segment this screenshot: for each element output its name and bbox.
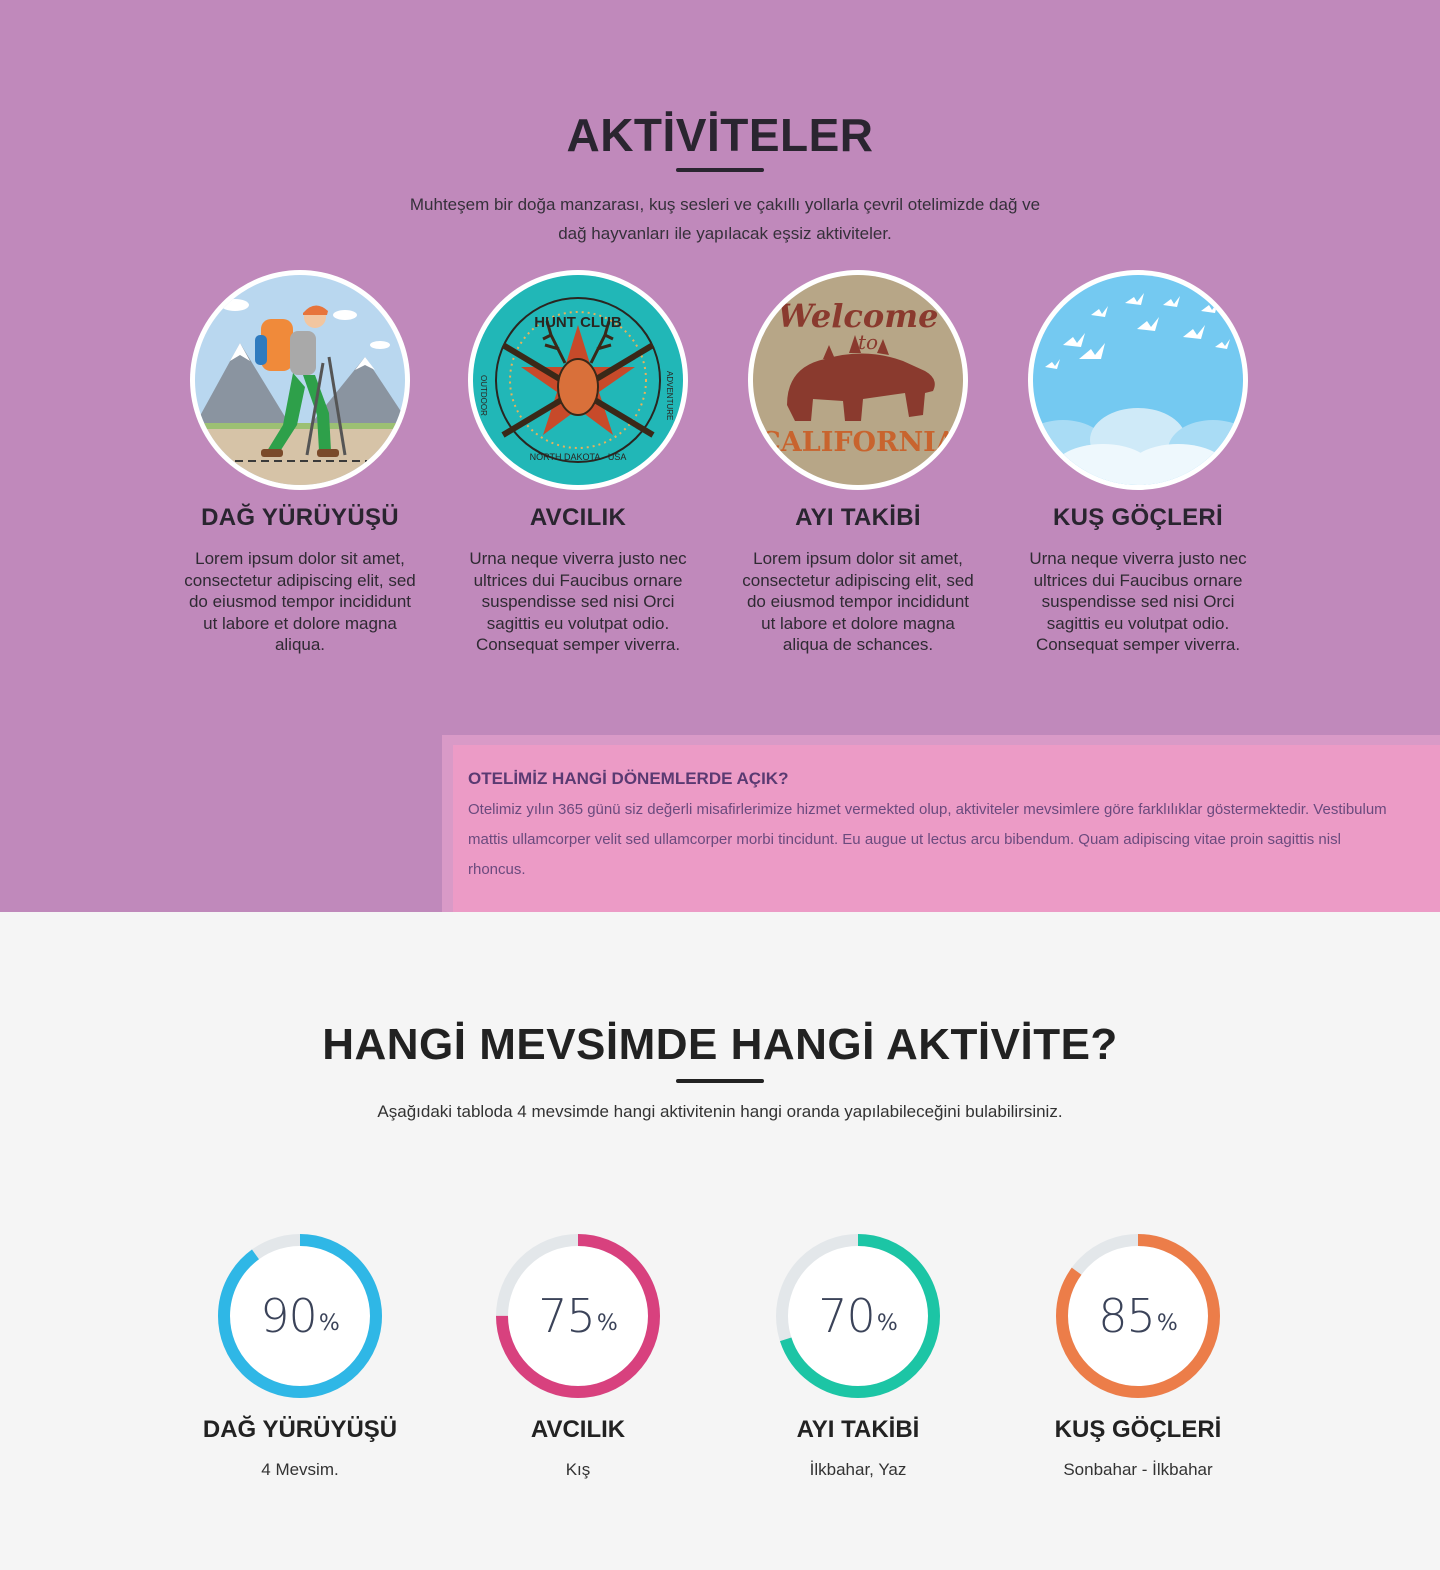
- stat-hunting: 75% AVCILIK Kış: [448, 1234, 708, 1480]
- stat-value: 90: [260, 1289, 318, 1343]
- stat-season: 4 Mevsim.: [261, 1460, 339, 1479]
- progress-ring: 70%: [776, 1234, 940, 1398]
- stat-title: KUŞ GÖÇLERİ: [1054, 1416, 1222, 1443]
- stat-title: AVCILIK: [530, 1416, 626, 1443]
- stat-title: DAĞ YÜRÜYÜŞÜ: [202, 1416, 398, 1443]
- progress-ring: 75%: [496, 1234, 660, 1398]
- hiker-illustration-icon: [190, 270, 410, 490]
- activity-title: DAĞ YÜRÜYÜŞÜ: [201, 504, 399, 531]
- percent-sign: %: [318, 1310, 340, 1336]
- badge-text: HUNT CLUB: [534, 314, 622, 331]
- stat-season: Sonbahar - İlkbahar: [1063, 1460, 1213, 1479]
- badge-bottom-text: NORTH DAKOTA · USA: [530, 452, 627, 462]
- stat-season: İlkbahar, Yaz: [809, 1460, 907, 1479]
- activity-text: Lorem ipsum dolor sit amet, consectetur …: [742, 549, 974, 654]
- stat-value: 75: [538, 1289, 596, 1343]
- progress-ring: 90%: [218, 1234, 382, 1398]
- activity-text: Lorem ipsum dolor sit amet, consectetur …: [184, 549, 416, 654]
- stat-season: Kış: [565, 1460, 591, 1479]
- stat-value: 85: [1098, 1289, 1156, 1343]
- activity-title: AVCILIK: [529, 504, 627, 531]
- activities-section: AKTİVİTELER Muhteşem bir doğa manzarası,…: [0, 0, 1440, 912]
- activity-card-bear: Welcome to CALIFORNIA AYI TAKİBİ Lorem i…: [728, 270, 988, 656]
- badge-right-text: ADVENTURE: [665, 371, 674, 420]
- activity-card-hiking: DAĞ YÜRÜYÜŞÜ Lorem ipsum dolor sit amet,…: [170, 270, 430, 656]
- activities-title: AKTİVİTELER: [566, 109, 874, 161]
- stat-value: 70: [818, 1289, 876, 1343]
- info-title: OTELİMİZ HANGİ DÖNEMLERDE AÇIK?: [468, 769, 789, 788]
- info-text: Otelimiz yılın 365 günü siz değerli misa…: [468, 801, 1387, 878]
- activity-title: AYI TAKİBİ: [795, 504, 921, 531]
- activity-text: Urna neque viverra justo nec ultrices du…: [469, 549, 687, 654]
- activity-card-birds: KUŞ GÖÇLERİ Urna neque viverra justo nec…: [1008, 270, 1268, 656]
- stat-birds: 85% KUŞ GÖÇLERİ Sonbahar - İlkbahar: [1008, 1234, 1268, 1480]
- bear-california-badge-icon: Welcome to CALIFORNIA: [748, 270, 968, 490]
- badge-mid-text: to: [858, 330, 878, 354]
- activity-text: Urna neque viverra justo nec ultrices du…: [1029, 549, 1247, 654]
- flying-birds-sky-icon: [1028, 270, 1248, 490]
- percent-sign: %: [1156, 1310, 1178, 1336]
- stat-bear: 70% AYI TAKİBİ İlkbahar, Yaz: [728, 1234, 988, 1480]
- stat-title: AYI TAKİBİ: [796, 1416, 920, 1443]
- progress-ring: 85%: [1056, 1234, 1220, 1398]
- hunt-club-badge-icon: HUNT CLUB OUTDOOR ADVENTURE NORTH DAKOTA…: [468, 270, 688, 490]
- stat-hiking: 90% DAĞ YÜRÜYÜŞÜ 4 Mevsim.: [170, 1234, 430, 1480]
- title-underline: [676, 168, 764, 172]
- percent-sign: %: [596, 1310, 618, 1336]
- seasons-title: HANGİ MEVSİMDE HANGİ AKTİVİTE?: [322, 1020, 1118, 1069]
- percent-sign: %: [876, 1310, 898, 1336]
- opening-info-box: OTELİMİZ HANGİ DÖNEMLERDE AÇIK? Otelimiz…: [453, 745, 1440, 912]
- activities-intro: Muhteşem bir doğa manzarası, kuş sesleri…: [409, 195, 1041, 243]
- activity-card-hunting: HUNT CLUB OUTDOOR ADVENTURE NORTH DAKOTA…: [448, 270, 708, 656]
- title-underline: [676, 1079, 764, 1083]
- seasons-intro: Aşağıdaki tabloda 4 mevsimde hangi aktiv…: [377, 1102, 1063, 1121]
- badge-left-text: OUTDOOR: [479, 375, 488, 416]
- activity-title: KUŞ GÖÇLERİ: [1053, 504, 1223, 531]
- badge-bottom-text: CALIFORNIA: [759, 427, 957, 458]
